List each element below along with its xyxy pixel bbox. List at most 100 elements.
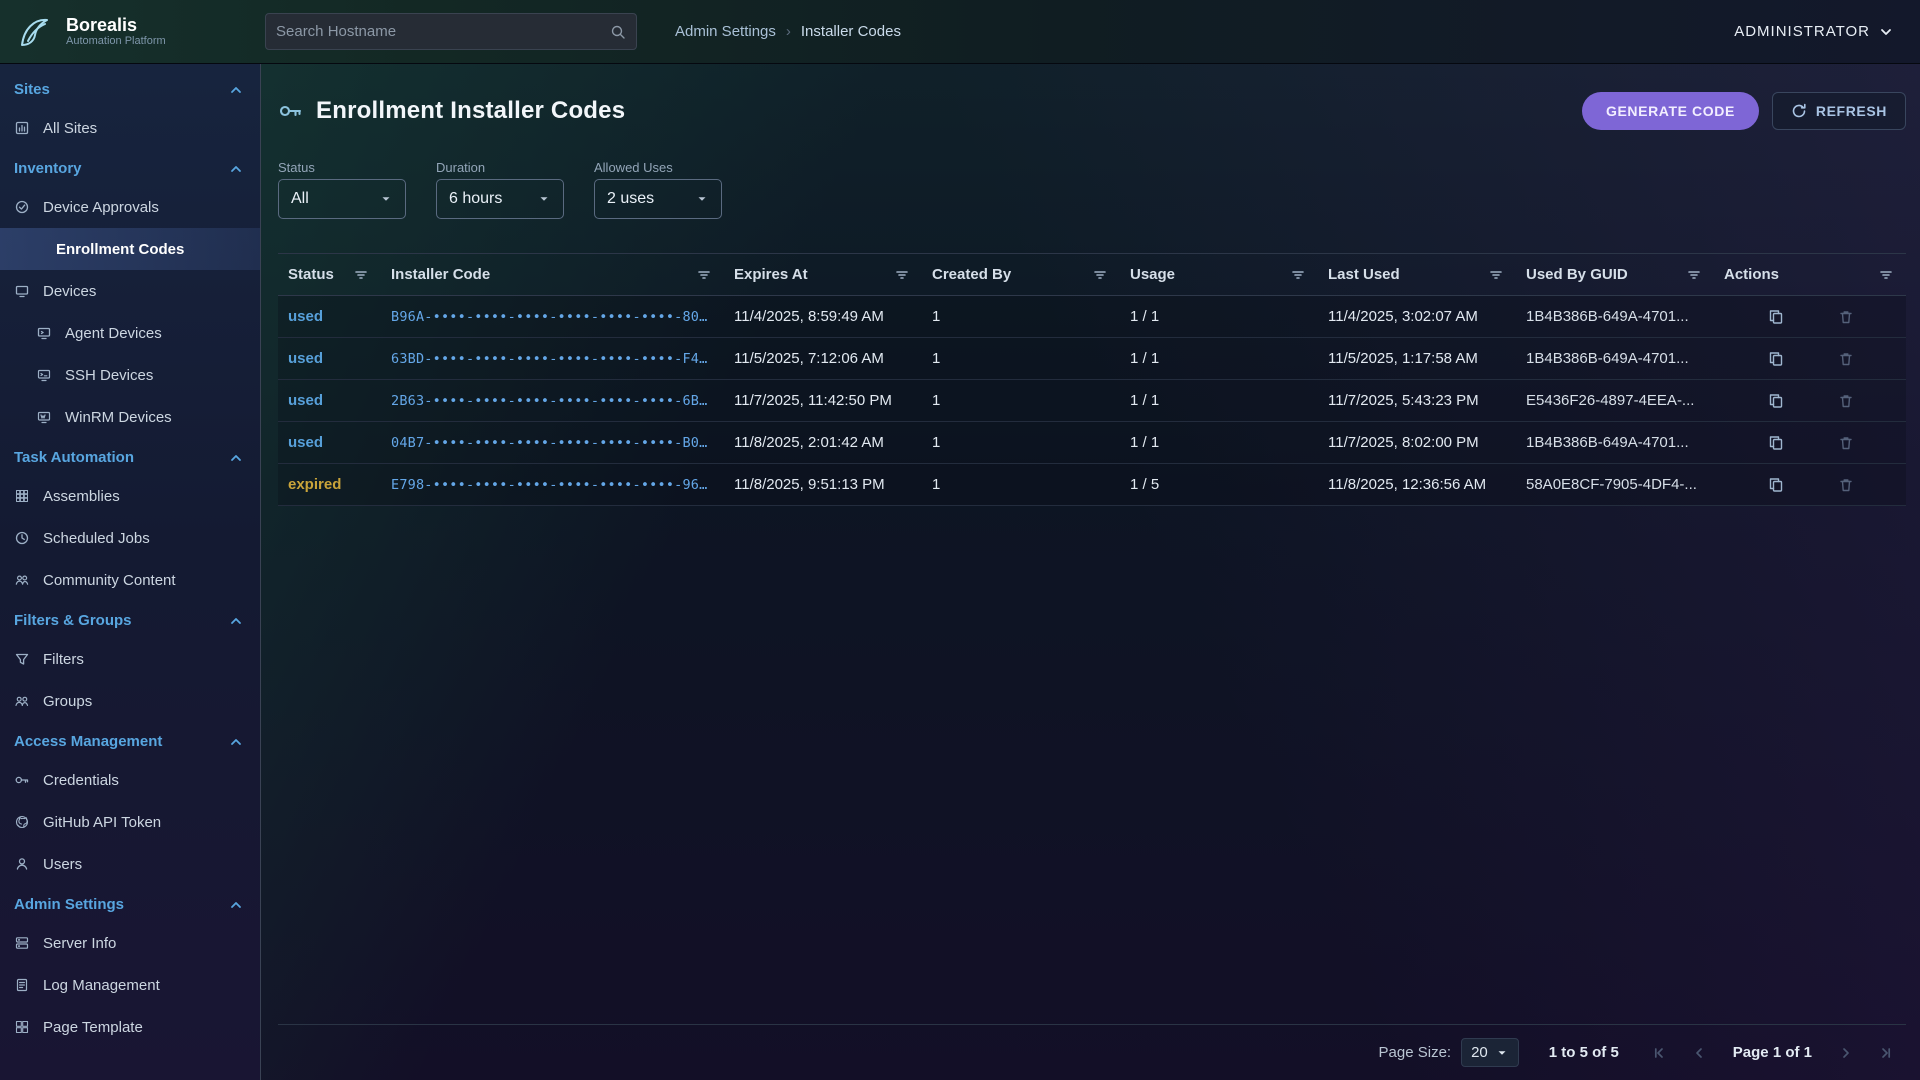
breadcrumb-admin-settings[interactable]: Admin Settings [675,23,776,40]
search-icon [610,24,626,40]
winrm-devices-icon [36,409,53,425]
sidebar-item-scheduled-jobs[interactable]: Scheduled Jobs [0,517,260,559]
sidebar-item-ssh-devices[interactable]: SSH Devices [0,354,260,396]
filter-label: Duration [436,160,564,175]
copy-code-button[interactable] [1766,349,1786,369]
sidebar-item-github-api-token[interactable]: GitHub API Token [0,801,260,843]
sidebar-section-task-automation[interactable]: Task Automation [0,438,260,475]
sidebar-item-filters[interactable]: Filters [0,638,260,680]
sidebar-section-sites[interactable]: Sites [0,70,260,107]
hostname-search[interactable] [265,13,637,50]
sidebar-section-admin-settings[interactable]: Admin Settings [0,885,260,922]
chevron-down-icon [1495,1046,1509,1060]
sidebar-section-access-management[interactable]: Access Management [0,722,260,759]
page-size-select[interactable]: 20 [1461,1038,1519,1067]
search-input[interactable] [276,23,610,40]
pager: Page 1 of 1 [1649,1043,1896,1063]
chevron-up-icon [228,734,244,750]
sidebar-item-enrollment-codes[interactable]: Enrollment Codes [0,228,260,270]
sidebar-item-server-info[interactable]: Server Info [0,922,260,964]
sidebar-section-filters-groups[interactable]: Filters & Groups [0,601,260,638]
column-label: Installer Code [391,266,490,283]
status-cell: used [278,350,381,367]
sidebar-item-agent-devices[interactable]: Agent Devices [0,312,260,354]
copy-code-button[interactable] [1766,475,1786,495]
sidebar-item-log-management[interactable]: Log Management [0,964,260,1006]
sidebar-item-label: Groups [43,693,92,710]
sidebar-item-users[interactable]: Users [0,843,260,885]
sidebar-item-community-content[interactable]: Community Content [0,559,260,601]
sidebar-item-winrm-devices[interactable]: WinRM Devices [0,396,260,438]
copy-code-button[interactable] [1766,391,1786,411]
column-header-expires-at: Expires At [724,266,922,283]
generate-code-button[interactable]: GENERATE CODE [1582,92,1759,130]
filter-icon[interactable] [1092,267,1108,283]
app-name: Borealis [66,16,166,36]
sidebar-item-device-approvals[interactable]: Device Approvals [0,186,260,228]
actions-cell [1714,391,1906,411]
sidebar-item-credentials[interactable]: Credentials [0,759,260,801]
sidebar-section-label: Filters & Groups [14,612,132,629]
actions-cell [1714,433,1906,453]
layout: SitesAll SitesInventory Device Approvals E… [0,64,1920,1080]
prev-page-button[interactable] [1689,1043,1709,1063]
sidebar-item-devices[interactable]: Devices [0,270,260,312]
user-menu[interactable]: ADMINISTRATOR [1734,23,1894,40]
first-page-button[interactable] [1649,1043,1669,1063]
status-cell: used [278,434,381,451]
scheduled-jobs-icon [14,530,31,546]
delete-code-button[interactable] [1836,307,1856,327]
copy-code-button[interactable] [1766,307,1786,327]
actions-cell [1714,349,1906,369]
table-row: expiredE798-••••-••••-••••-••••-••••-•••… [278,464,1906,506]
filter-icon[interactable] [1290,267,1306,283]
delete-code-button[interactable] [1836,349,1856,369]
sidebar-item-label: Device Approvals [43,199,159,216]
sidebar-item-page-template[interactable]: Page Template [0,1006,260,1048]
chevron-down-icon [537,192,551,206]
expires-at-cell: 11/8/2025, 2:01:42 AM [724,434,922,451]
device-approvals-icon [14,199,31,215]
column-header-usage: Usage [1120,266,1318,283]
filter-icon[interactable] [696,267,712,283]
key-icon [278,98,304,124]
filters-row: StatusAllDuration6 hoursAllowed Uses2 us… [278,160,1906,219]
filter-icon[interactable] [1878,267,1894,283]
breadcrumb-installer-codes[interactable]: Installer Codes [801,23,901,40]
sidebar-item-groups[interactable]: Groups [0,680,260,722]
filter-allowed-uses: Allowed Uses2 uses [594,160,722,219]
filter-value: 6 hours [449,190,502,208]
sidebar-item-all-sites[interactable]: All Sites [0,107,260,149]
sidebar-item-label: Assemblies [43,488,120,505]
filter-select-duration[interactable]: 6 hours [436,179,564,219]
chevron-up-icon [228,450,244,466]
filter-select-allowed-uses[interactable]: 2 uses [594,179,722,219]
chevron-down-icon [379,192,393,206]
page-size: Page Size: 20 [1379,1038,1519,1067]
filter-icon[interactable] [894,267,910,283]
refresh-button[interactable]: REFRESH [1772,92,1906,130]
status-cell: used [278,308,381,325]
delete-code-button[interactable] [1836,475,1856,495]
sidebar-section-inventory[interactable]: Inventory [0,149,260,186]
filter-icon[interactable] [353,267,369,283]
sidebar-item-assemblies[interactable]: Assemblies [0,475,260,517]
expires-at-cell: 11/7/2025, 11:42:50 PM [724,392,922,409]
delete-code-button[interactable] [1836,433,1856,453]
delete-code-button[interactable] [1836,391,1856,411]
main-content: Enrollment Installer Codes GENERATE CODE… [261,64,1920,1080]
filter-icon[interactable] [1686,267,1702,283]
sidebar-item-label: GitHub API Token [43,814,161,831]
filter-select-status[interactable]: All [278,179,406,219]
community-content-icon [14,572,31,588]
table-row: used2B63-••••-••••-••••-••••-••••-••••-6… [278,380,1906,422]
copy-code-button[interactable] [1766,433,1786,453]
actions-cell [1714,307,1906,327]
last-page-button[interactable] [1876,1043,1896,1063]
next-page-button[interactable] [1836,1043,1856,1063]
used-by-guid-cell: 58A0E8CF-7905-4DF4-... [1516,476,1714,493]
page-size-label: Page Size: [1379,1044,1452,1061]
filter-icon[interactable] [1488,267,1504,283]
refresh-label: REFRESH [1816,103,1887,119]
page-template-icon [14,1019,31,1035]
